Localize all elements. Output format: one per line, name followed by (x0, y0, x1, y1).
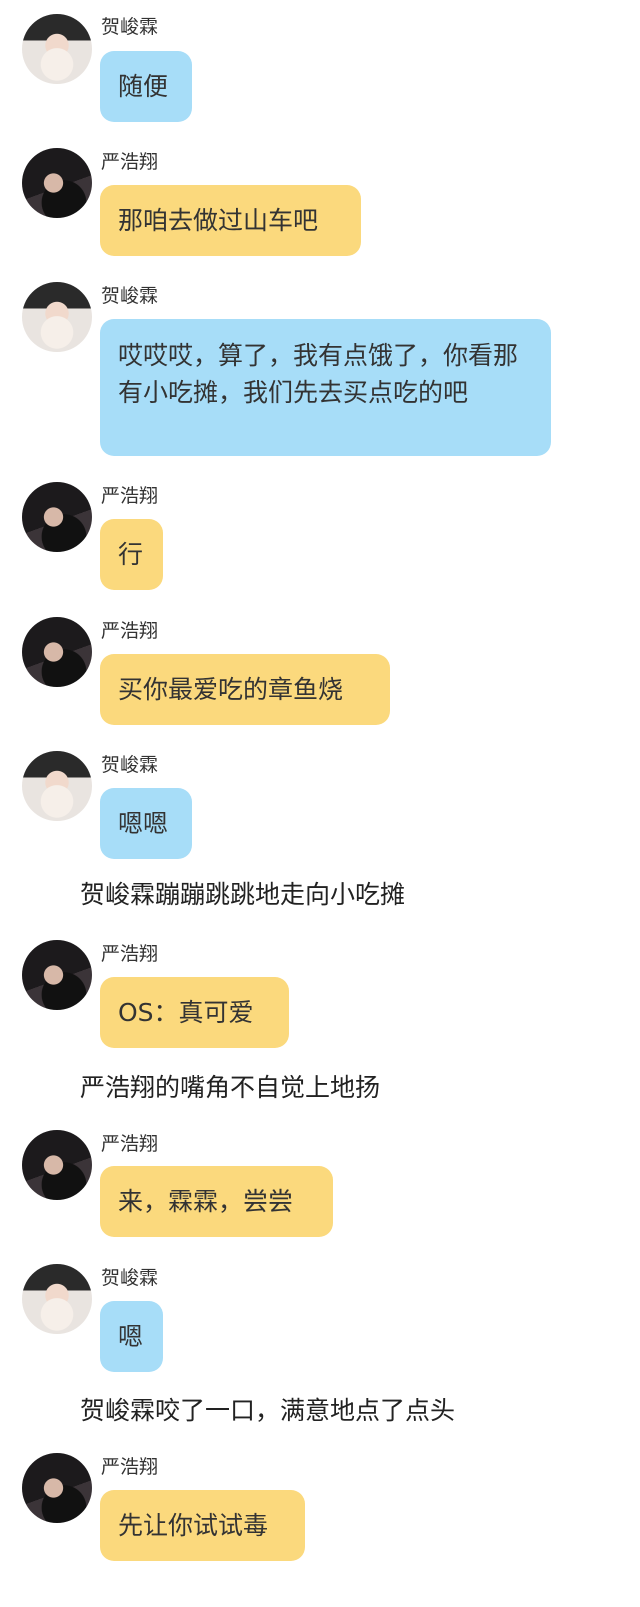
avatar[interactable] (22, 617, 92, 687)
avatar[interactable] (22, 482, 92, 552)
message-bubble[interactable]: OS：真可爱 (100, 977, 289, 1048)
avatar[interactable] (22, 282, 92, 352)
avatar[interactable] (22, 14, 92, 84)
message-bubble[interactable]: 嗯嗯 (100, 788, 192, 859)
speaker-name: 贺峻霖 (101, 1267, 159, 1289)
message-bubble[interactable]: 买你最爱吃的章鱼烧 (100, 654, 390, 725)
speaker-name: 严浩翔 (101, 1456, 159, 1478)
narration-text: 贺峻霖咬了一口，满意地点了点头 (80, 1396, 456, 1425)
message-bubble[interactable]: 哎哎哎，算了，我有点饿了，你看那有小吃摊，我们先去买点吃的吧 (100, 319, 551, 456)
speaker-name: 贺峻霖 (101, 754, 159, 776)
speaker-name: 贺峻霖 (101, 285, 159, 307)
message-bubble[interactable]: 行 (100, 519, 163, 590)
narration-text: 严浩翔的嘴角不自觉上地扬 (80, 1073, 381, 1102)
speaker-name: 严浩翔 (101, 943, 159, 965)
avatar[interactable] (22, 1453, 92, 1523)
message-bubble[interactable]: 嗯 (100, 1301, 163, 1372)
avatar[interactable] (22, 1264, 92, 1334)
avatar[interactable] (22, 940, 92, 1010)
speaker-name: 严浩翔 (101, 485, 159, 507)
speaker-name: 严浩翔 (101, 620, 159, 642)
avatar[interactable] (22, 1130, 92, 1200)
avatar[interactable] (22, 148, 92, 218)
message-bubble[interactable]: 先让你试试毒 (100, 1490, 305, 1561)
avatar[interactable] (22, 751, 92, 821)
message-bubble[interactable]: 随便 (100, 51, 192, 122)
speaker-name: 贺峻霖 (101, 16, 159, 38)
message-bubble[interactable]: 那咱去做过山车吧 (100, 185, 361, 256)
speaker-name: 严浩翔 (101, 151, 159, 173)
narration-text: 贺峻霖蹦蹦跳跳地走向小吃摊 (80, 880, 406, 909)
message-bubble[interactable]: 来，霖霖，尝尝 (100, 1166, 333, 1237)
speaker-name: 严浩翔 (101, 1133, 159, 1155)
